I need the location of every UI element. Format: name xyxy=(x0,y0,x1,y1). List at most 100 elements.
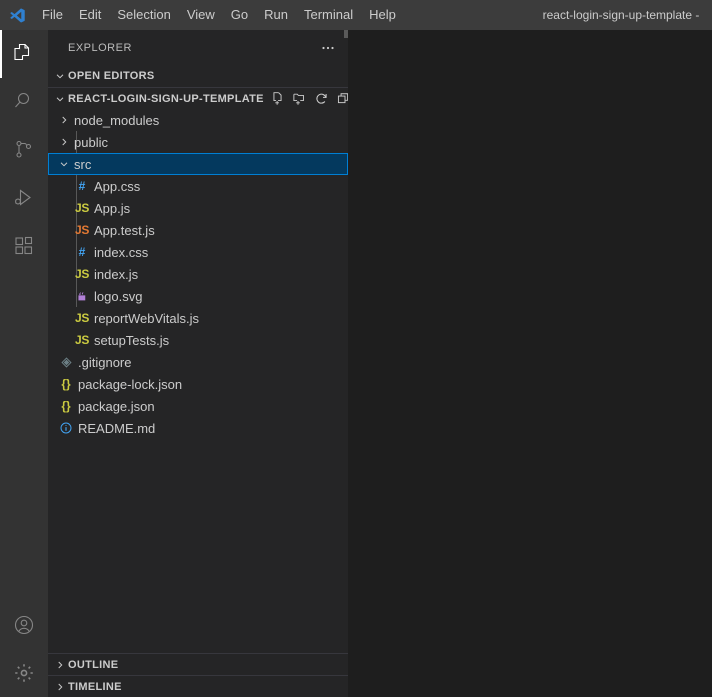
title-bar: File Edit Selection View Go Run Terminal… xyxy=(0,0,712,30)
sidebar-scrollbar[interactable] xyxy=(344,30,348,38)
tree-label: public xyxy=(74,134,108,150)
menu-view[interactable]: View xyxy=(179,4,223,26)
js-file-icon: JS xyxy=(74,201,90,215)
chevron-right-icon xyxy=(52,659,68,671)
tree-label: App.js xyxy=(94,200,131,216)
pane-label-timeline: TIMELINE xyxy=(68,680,122,693)
ellipsis-icon[interactable] xyxy=(316,40,340,56)
menu-edit[interactable]: Edit xyxy=(71,4,109,26)
menu-go[interactable]: Go xyxy=(223,4,256,26)
workspace-actions xyxy=(270,91,348,106)
editor-area[interactable] xyxy=(348,30,712,697)
explorer-panes: OPEN EDITORS REACT-LOGIN-SIGN-UP-TEMPLAT… xyxy=(48,65,348,697)
tree-row-app-js[interactable]: JS App.js xyxy=(48,197,348,219)
tree-row-reportwebvitals-js[interactable]: JS reportWebVitals.js xyxy=(48,307,348,329)
workbench-body: EXPLORER OPEN EDITORS REACT-LOGIN-SIGN-U… xyxy=(0,30,712,697)
markdown-file-icon xyxy=(56,421,76,435)
tree-label: setupTests.js xyxy=(94,332,170,348)
activity-bar-top-group xyxy=(0,30,48,270)
chevron-right-icon xyxy=(56,114,72,126)
menu-file[interactable]: File xyxy=(34,4,71,26)
pane-label-outline: OUTLINE xyxy=(68,658,119,671)
collapsed-panes: OUTLINE TIMELINE xyxy=(48,653,348,697)
menu-terminal[interactable]: Terminal xyxy=(296,4,361,26)
tree-row-src[interactable]: src xyxy=(48,153,348,175)
file-tree: node_modules public src # App.css JS App… xyxy=(48,109,348,653)
tree-row-app-css[interactable]: # App.css xyxy=(48,175,348,197)
tree-label: src xyxy=(74,156,92,172)
new-file-icon[interactable] xyxy=(270,91,285,106)
tree-label: node_modules xyxy=(74,112,160,128)
tree-row-readme-md[interactable]: README.md xyxy=(48,417,348,439)
menu-run[interactable]: Run xyxy=(256,4,296,26)
activity-item-explorer[interactable] xyxy=(0,30,48,78)
sidebar-title-label: EXPLORER xyxy=(68,41,132,54)
tree-label: README.md xyxy=(78,420,156,436)
menu-help[interactable]: Help xyxy=(361,4,404,26)
pane-header-open-editors[interactable]: OPEN EDITORS xyxy=(48,65,348,87)
activity-item-settings[interactable] xyxy=(0,649,48,697)
search-icon xyxy=(12,90,36,114)
chevron-down-icon xyxy=(52,93,68,105)
tree-row-logo-svg[interactable]: logo.svg xyxy=(48,285,348,307)
json-file-icon: {} xyxy=(61,377,71,391)
activity-item-accounts[interactable] xyxy=(0,601,48,649)
tree-row-gitignore[interactable]: .gitignore xyxy=(48,351,348,373)
vscode-window: File Edit Selection View Go Run Terminal… xyxy=(0,0,712,697)
css-file-icon: # xyxy=(78,245,86,259)
js-file-icon: JS xyxy=(74,311,90,325)
tree-row-package-json[interactable]: {} package.json xyxy=(48,395,348,417)
chevron-right-icon xyxy=(52,681,68,693)
json-file-icon: {} xyxy=(61,399,71,413)
tree-row-public[interactable]: public xyxy=(48,131,348,153)
pane-header-workspace[interactable]: REACT-LOGIN-SIGN-UP-TEMPLATE xyxy=(48,87,348,109)
tree-row-app-test-js[interactable]: JS App.test.js xyxy=(48,219,348,241)
tree-row-setuptests-js[interactable]: JS setupTests.js xyxy=(48,329,348,351)
tree-row-index-css[interactable]: # index.css xyxy=(48,241,348,263)
tree-label: App.css xyxy=(94,178,141,194)
chevron-down-icon xyxy=(56,158,72,170)
js-file-icon: JS xyxy=(74,267,90,281)
gear-icon xyxy=(12,661,36,685)
account-icon xyxy=(12,613,36,637)
activity-bar xyxy=(0,30,48,697)
tree-label: reportWebVitals.js xyxy=(94,310,200,326)
activity-item-extensions[interactable] xyxy=(0,222,48,270)
tree-row-node_modules[interactable]: node_modules xyxy=(48,109,348,131)
tree-label: package.json xyxy=(78,398,155,414)
svg-file-icon xyxy=(72,290,92,303)
pane-label-open-editors: OPEN EDITORS xyxy=(68,70,155,82)
tree-row-package-lock-json[interactable]: {} package-lock.json xyxy=(48,373,348,395)
chevron-down-icon xyxy=(52,70,68,82)
git-file-icon xyxy=(56,356,76,369)
pane-label-workspace: REACT-LOGIN-SIGN-UP-TEMPLATE xyxy=(68,92,264,105)
activity-item-run-and-debug[interactable] xyxy=(0,174,48,222)
refresh-icon[interactable] xyxy=(314,91,329,106)
extensions-icon xyxy=(12,234,36,258)
js-test-file-icon: JS xyxy=(74,223,90,237)
source-control-icon xyxy=(12,138,36,162)
activity-item-search[interactable] xyxy=(0,78,48,126)
collapse-all-icon[interactable] xyxy=(336,91,348,106)
vscode-logo-icon xyxy=(0,7,34,24)
new-folder-icon[interactable] xyxy=(292,91,307,106)
tree-label: index.js xyxy=(94,266,139,282)
tree-row-index-js[interactable]: JS index.js xyxy=(48,263,348,285)
pane-header-outline[interactable]: OUTLINE xyxy=(48,653,348,675)
chevron-right-icon xyxy=(56,136,72,148)
menu-selection[interactable]: Selection xyxy=(109,4,178,26)
js-file-icon: JS xyxy=(74,333,90,347)
tree-label: logo.svg xyxy=(94,288,143,304)
menu-bar: File Edit Selection View Go Run Terminal… xyxy=(34,0,404,30)
css-file-icon: # xyxy=(78,179,86,193)
pane-header-timeline[interactable]: TIMELINE xyxy=(48,675,348,697)
tree-label: index.css xyxy=(94,244,149,260)
tree-label: .gitignore xyxy=(78,354,132,370)
run-and-debug-icon xyxy=(12,186,36,210)
tree-label: App.test.js xyxy=(94,222,155,238)
tree-label: package-lock.json xyxy=(78,376,183,392)
activity-bar-bottom-group xyxy=(0,601,48,697)
files-icon xyxy=(12,42,36,66)
activity-item-source-control[interactable] xyxy=(0,126,48,174)
sidebar: EXPLORER OPEN EDITORS REACT-LOGIN-SIGN-U… xyxy=(48,30,348,697)
